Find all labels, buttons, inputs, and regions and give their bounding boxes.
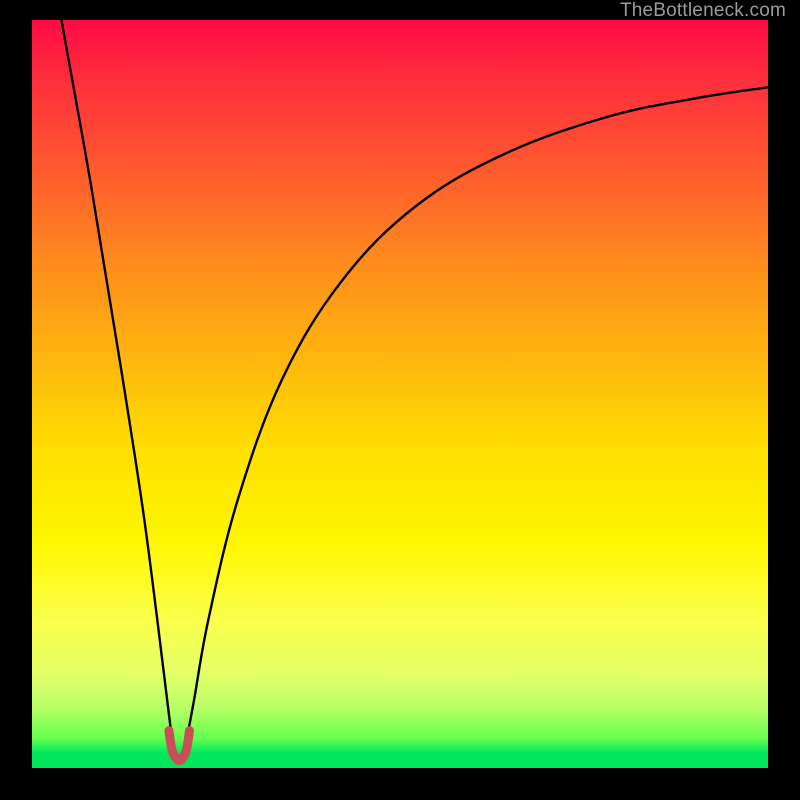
cusp-highlight — [169, 731, 190, 761]
app-frame: TheBottleneck.com — [0, 0, 800, 800]
marker-layer — [32, 20, 768, 768]
plot-area — [32, 20, 768, 768]
watermark-text: TheBottleneck.com — [620, 0, 786, 22]
